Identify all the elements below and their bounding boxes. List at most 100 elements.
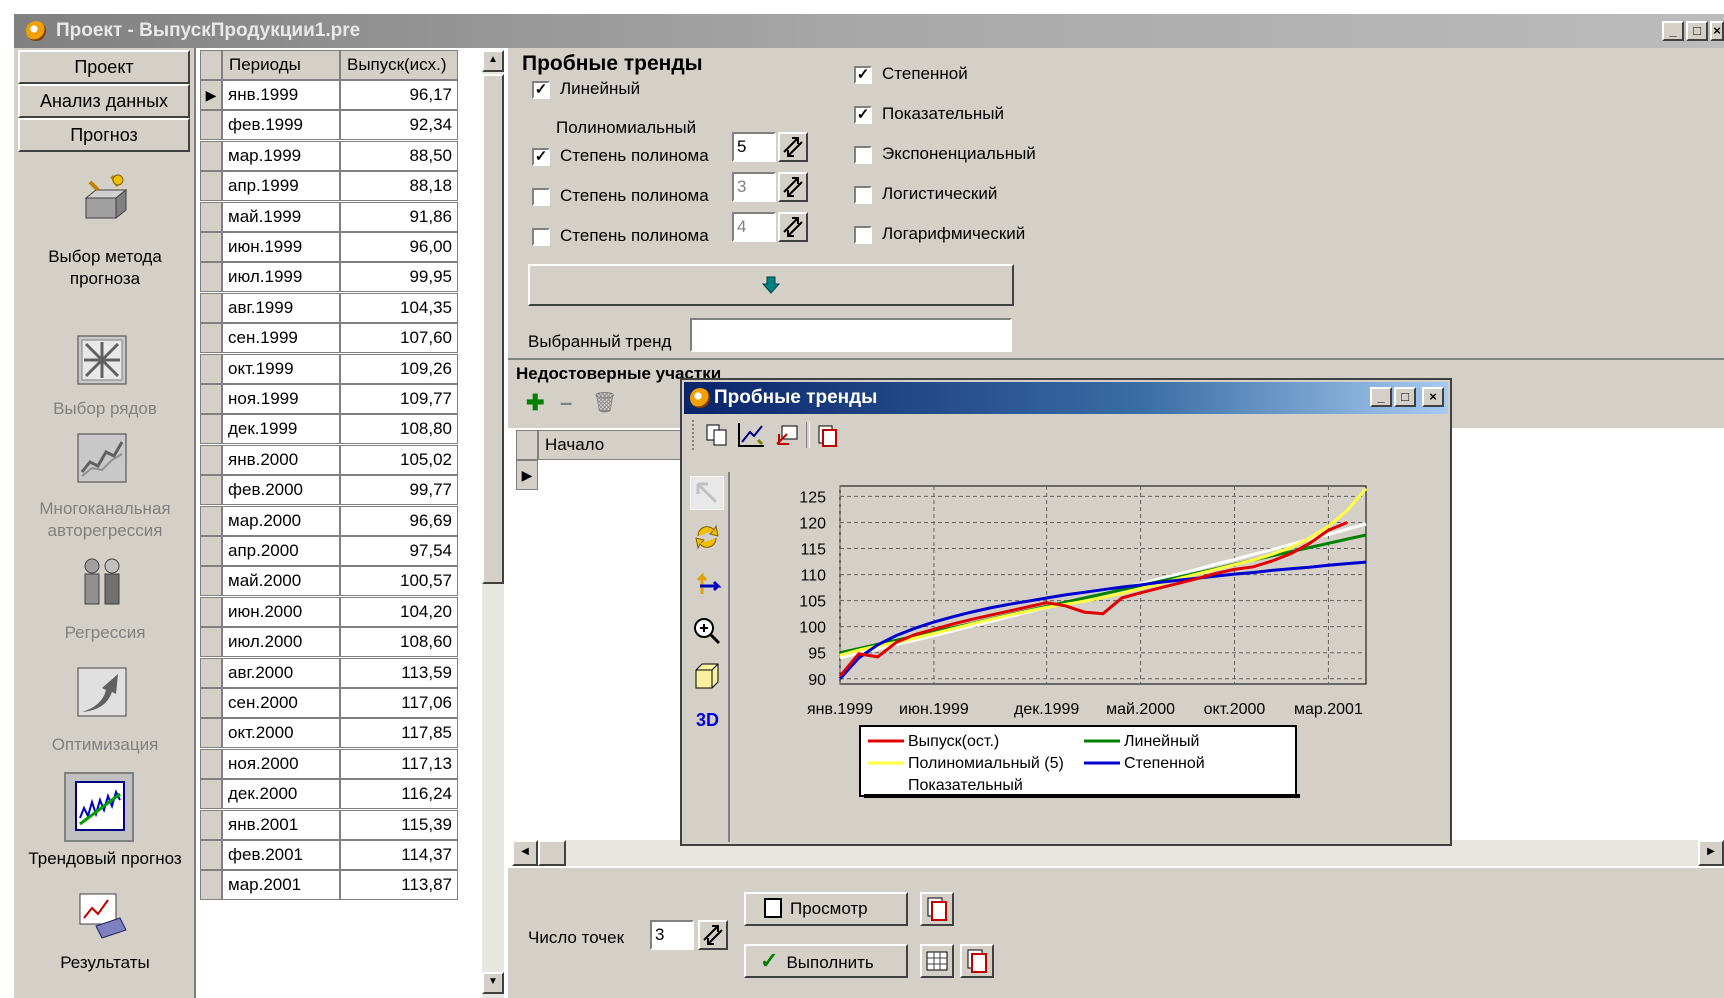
period-cell[interactable]: июл.1999	[222, 262, 340, 293]
output-cell[interactable]: 100,57	[340, 566, 458, 597]
poly1-degree-input[interactable]: 5	[732, 132, 776, 162]
period-cell[interactable]: мар.2001	[222, 870, 340, 901]
period-cell[interactable]: фев.1999	[222, 110, 340, 141]
add-segment-icon[interactable]: ✚	[526, 390, 544, 416]
output-cell[interactable]: 116,24	[340, 779, 458, 810]
run-button[interactable]: ✓ Выполнить	[744, 944, 908, 978]
3d-toggle-button[interactable]: 3D	[696, 710, 719, 731]
row-indicator[interactable]	[200, 353, 222, 384]
output-cell[interactable]: 117,13	[340, 748, 458, 779]
nav-item-method-select[interactable]: Выбор метода прогноза	[14, 246, 196, 290]
period-cell[interactable]: янв.1999	[222, 80, 340, 110]
period-cell[interactable]: сен.1999	[222, 323, 340, 354]
period-cell[interactable]: сен.2000	[222, 688, 340, 718]
period-cell[interactable]: май.1999	[222, 201, 340, 232]
output-cell[interactable]: 96,00	[340, 232, 458, 262]
copy-chart-icon[interactable]	[704, 422, 730, 448]
logistic-checkbox[interactable]	[854, 186, 872, 204]
period-cell[interactable]: дек.2000	[222, 779, 340, 810]
series-select-icon[interactable]	[76, 334, 128, 386]
chart-settings-icon[interactable]	[736, 420, 766, 450]
column-header-output[interactable]: Выпуск(исх.)	[340, 50, 458, 80]
row-indicator[interactable]	[200, 779, 222, 810]
poly1-checkbox[interactable]: ✓	[532, 148, 550, 166]
output-cell[interactable]: 109,77	[340, 384, 458, 414]
output-cell[interactable]: 92,34	[340, 110, 458, 141]
scroll-right-button[interactable]: ▶	[1698, 840, 1724, 866]
linear-checkbox[interactable]: ✓	[532, 81, 550, 99]
output-cell[interactable]: 99,95	[340, 262, 458, 293]
period-cell[interactable]: янв.2001	[222, 809, 340, 840]
output-cell[interactable]: 113,87	[340, 870, 458, 901]
depth-tool-icon[interactable]	[692, 662, 722, 692]
output-cell[interactable]: 88,18	[340, 171, 458, 202]
output-cell[interactable]: 97,54	[340, 536, 458, 566]
scroll-thumb[interactable]	[482, 74, 504, 584]
regression-icon[interactable]	[76, 556, 128, 608]
column-header-periods[interactable]: Периоды	[222, 50, 340, 80]
row-indicator[interactable]	[200, 657, 222, 688]
table-view-button[interactable]	[920, 944, 954, 978]
nav-item-results[interactable]: Результаты	[14, 952, 196, 974]
row-indicator[interactable]	[200, 536, 222, 566]
row-indicator[interactable]	[200, 748, 222, 779]
copy-run-button[interactable]	[960, 944, 994, 978]
period-cell[interactable]: июн.1999	[222, 232, 340, 262]
row-indicator[interactable]	[200, 232, 222, 262]
period-cell[interactable]: июн.2000	[222, 596, 340, 627]
nav-item-optimization[interactable]: Оптимизация	[14, 734, 196, 756]
dialog-close-button[interactable]: ×	[1422, 387, 1444, 407]
trend-chart[interactable]: 125 120 115 110 105 100 95 90 янв.1999 июн.1999 де…	[730, 472, 1448, 840]
row-indicator[interactable]	[200, 140, 222, 171]
apply-trends-button[interactable]	[528, 264, 1014, 306]
row-indicator[interactable]	[200, 688, 222, 718]
paste-chart-icon[interactable]	[814, 422, 840, 448]
output-cell[interactable]: 109,26	[340, 353, 458, 384]
period-cell[interactable]: май.2000	[222, 566, 340, 597]
points-input[interactable]: 3	[650, 920, 694, 950]
poly3-checkbox[interactable]	[532, 228, 550, 246]
row-indicator[interactable]	[200, 384, 222, 414]
period-cell[interactable]: мар.2000	[222, 505, 340, 536]
dialog-title-bar[interactable]: Пробные тренды _ □ ×	[684, 382, 1448, 414]
main-title-bar[interactable]: Проект - ВыпускПродукции1.pre _ □ ×	[14, 14, 1724, 48]
row-indicator[interactable]	[200, 323, 222, 354]
period-cell[interactable]: дек.1999	[222, 414, 340, 445]
poly3-degree-input[interactable]: 4	[732, 212, 776, 242]
output-cell[interactable]: 117,06	[340, 688, 458, 718]
period-cell[interactable]: апр.1999	[222, 171, 340, 202]
points-spinner[interactable]	[698, 920, 728, 950]
output-cell[interactable]: 114,37	[340, 840, 458, 870]
scroll-left-button[interactable]: ◀	[512, 840, 538, 866]
period-cell[interactable]: авг.2000	[222, 657, 340, 688]
row-indicator[interactable]	[200, 110, 222, 141]
scroll-down-button[interactable]: ▼	[482, 972, 504, 994]
poly2-degree-input[interactable]: 3	[732, 172, 776, 202]
pointer-tool-icon[interactable]	[690, 476, 724, 510]
row-indicator[interactable]	[200, 262, 222, 293]
output-cell[interactable]: 104,35	[340, 292, 458, 323]
method-select-icon[interactable]	[76, 172, 128, 224]
period-cell[interactable]: авг.1999	[222, 292, 340, 323]
output-cell[interactable]: 115,39	[340, 809, 458, 840]
row-indicator[interactable]	[200, 475, 222, 506]
close-button[interactable]: ×	[1710, 21, 1724, 41]
selected-trend-field[interactable]	[690, 318, 1012, 352]
output-cell[interactable]: 96,69	[340, 505, 458, 536]
rotate-tool-icon[interactable]	[692, 522, 722, 552]
nav-button-forecast[interactable]: Прогноз	[18, 118, 190, 152]
row-indicator[interactable]	[200, 292, 222, 323]
row-indicator[interactable]	[200, 171, 222, 202]
export-chart-icon[interactable]	[774, 422, 800, 448]
nav-button-project[interactable]: Проект	[18, 50, 190, 84]
period-cell[interactable]: янв.2000	[222, 444, 340, 475]
poly3-degree-spinner[interactable]	[778, 212, 808, 242]
output-cell[interactable]: 88,50	[340, 140, 458, 171]
poly2-checkbox[interactable]	[532, 188, 550, 206]
autoregression-icon[interactable]	[76, 432, 128, 484]
zoom-tool-icon[interactable]	[692, 616, 722, 646]
output-cell[interactable]: 117,85	[340, 718, 458, 749]
output-cell[interactable]: 91,86	[340, 201, 458, 232]
row-indicator[interactable]	[200, 627, 222, 658]
trend-forecast-icon[interactable]	[74, 780, 126, 832]
